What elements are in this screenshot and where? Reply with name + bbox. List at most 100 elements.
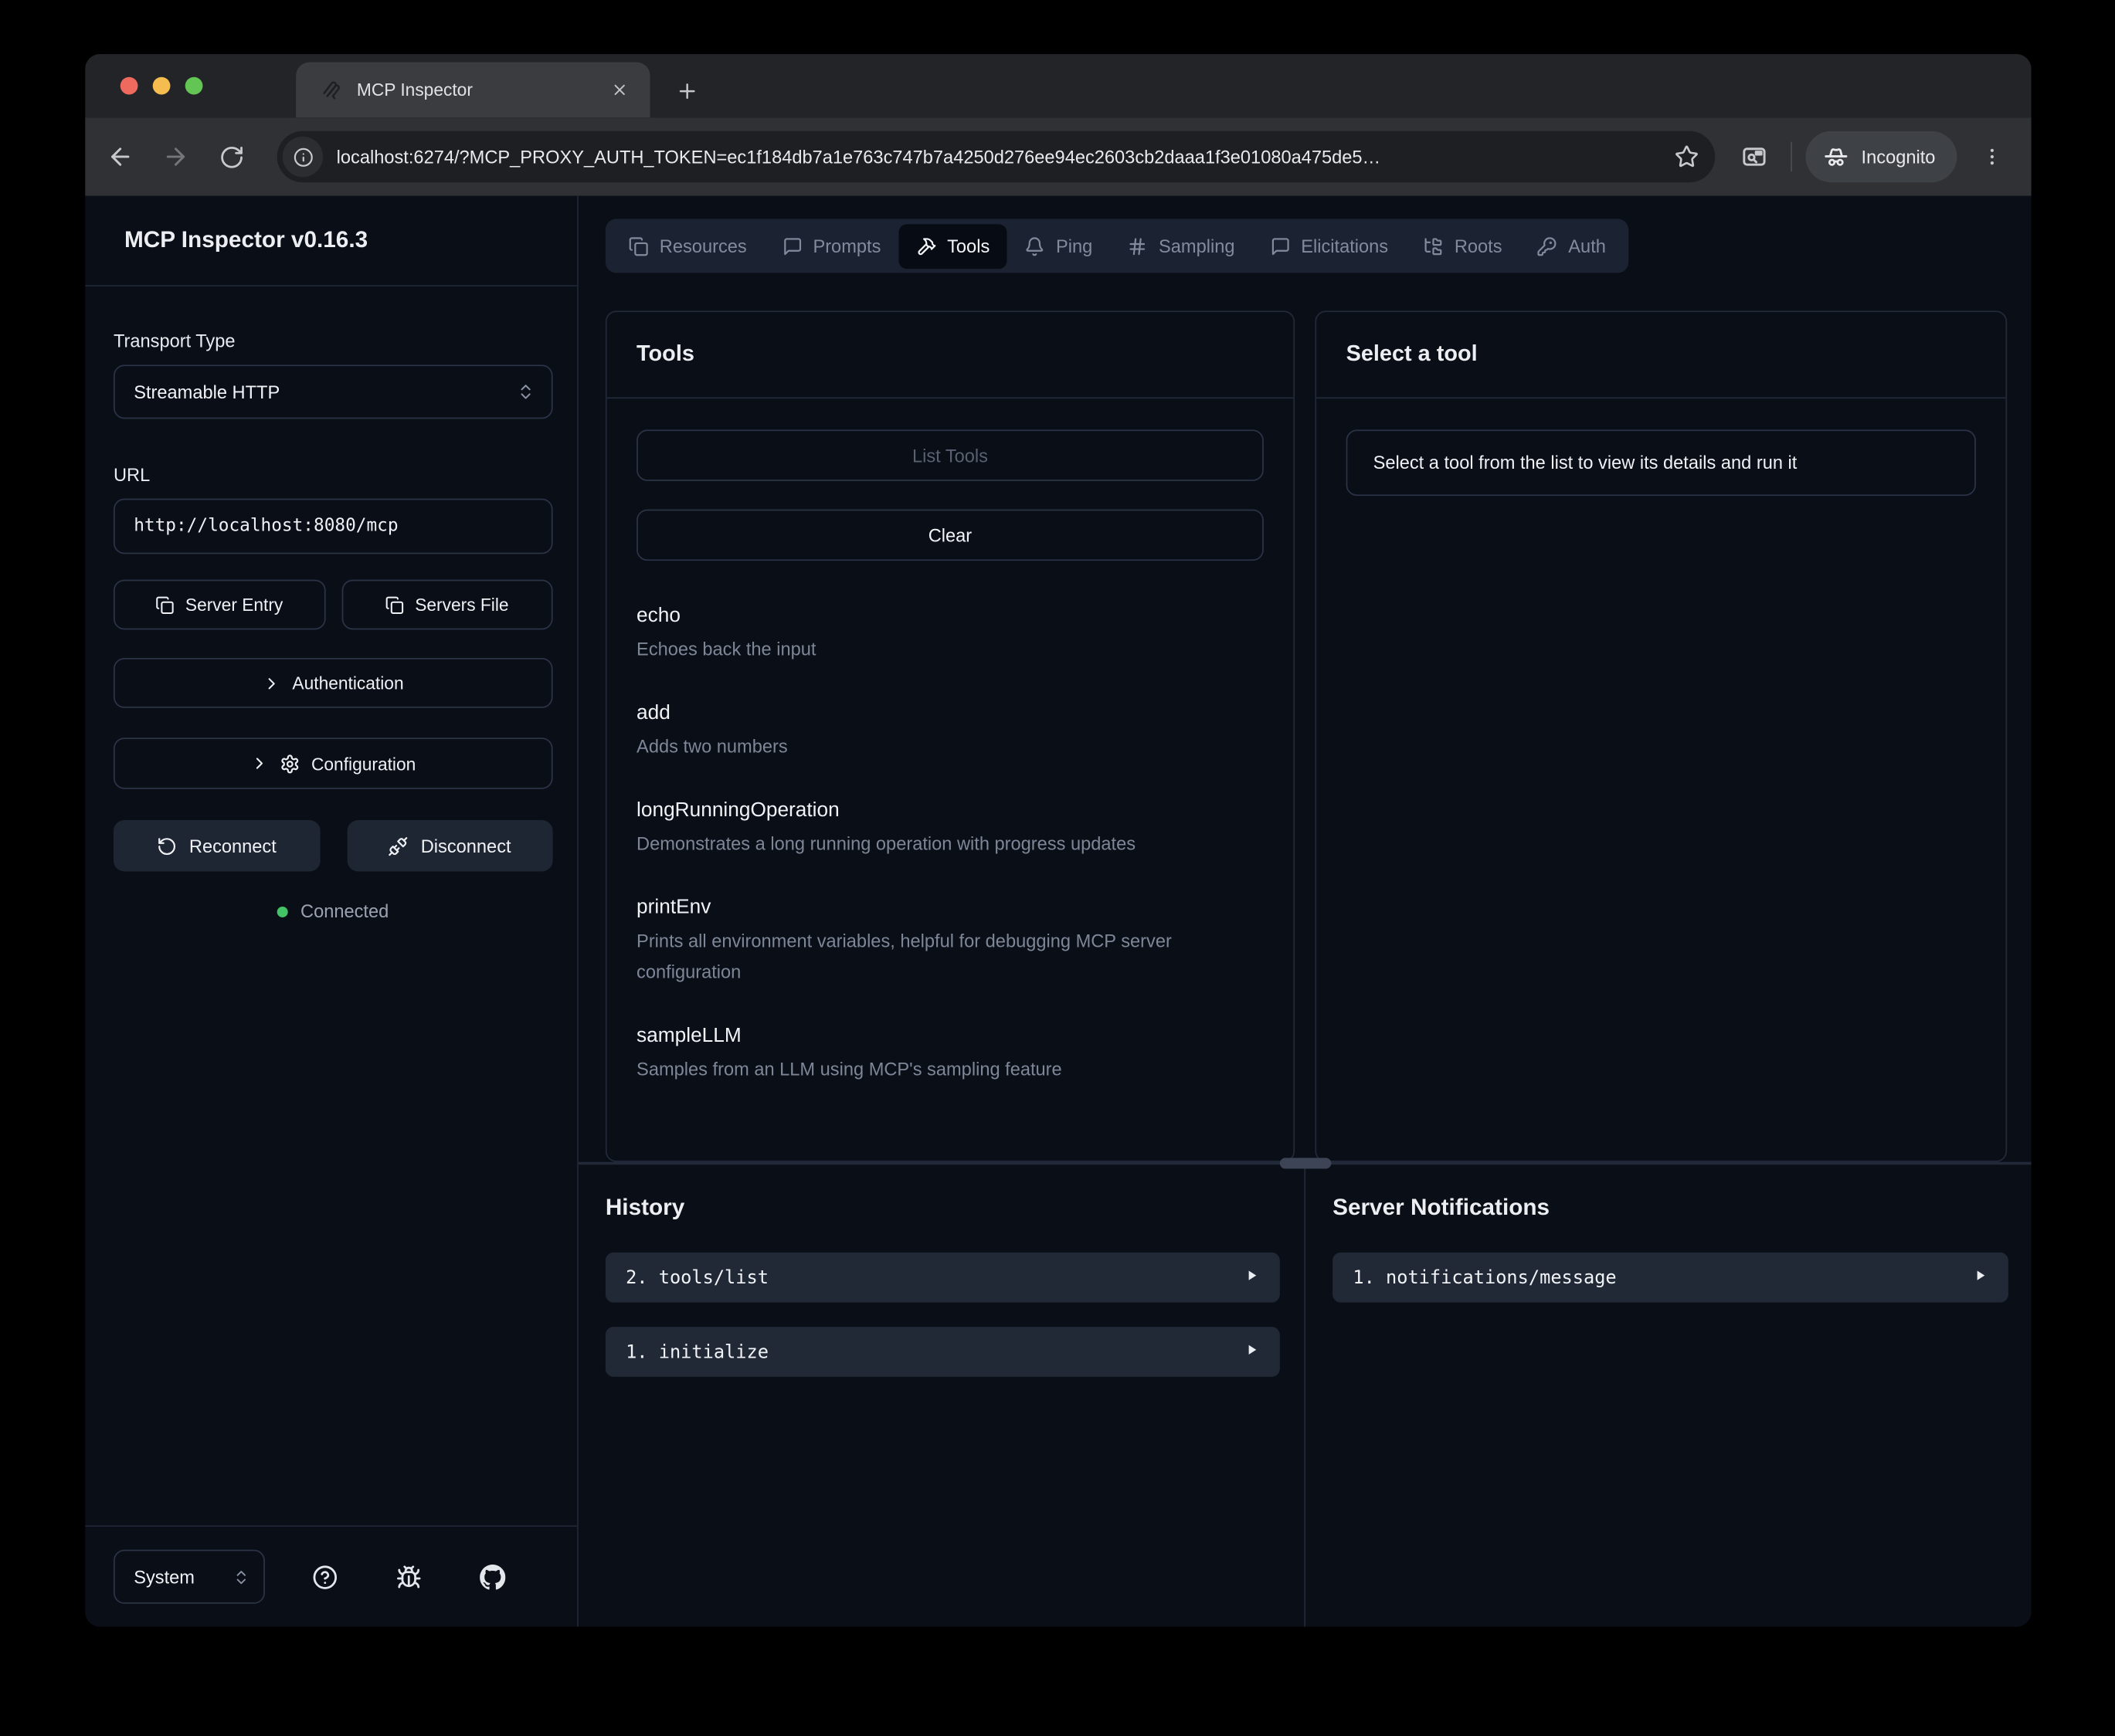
browser-toolbar: localhost:6274/?MCP_PROXY_AUTH_TOKEN=ec1… xyxy=(85,117,2031,195)
disconnect-button[interactable]: Disconnect xyxy=(347,820,553,871)
tab-elicitations[interactable]: Elicitations xyxy=(1252,224,1406,269)
close-tab-icon[interactable] xyxy=(604,75,633,104)
tab-ping[interactable]: Ping xyxy=(1007,224,1110,269)
authentication-expander[interactable]: Authentication xyxy=(114,658,553,708)
tool-description: Adds two numbers xyxy=(637,731,1264,762)
mcp-logo-icon xyxy=(321,78,344,101)
hammer-icon xyxy=(916,236,936,256)
authentication-label: Authentication xyxy=(292,673,403,693)
forward-icon[interactable] xyxy=(153,134,199,179)
tool-description: Samples from an LLM using MCP's sampling… xyxy=(637,1054,1264,1085)
servers-file-button[interactable]: Servers File xyxy=(341,580,553,630)
reconnect-button[interactable]: Reconnect xyxy=(114,820,320,871)
top-pane: Tools List Tools Clear echo Echoes back … xyxy=(606,310,2007,1161)
history-panel: History 2. tools/list 1. initialize xyxy=(579,1165,1305,1626)
server-url-input[interactable] xyxy=(114,499,553,554)
history-item[interactable]: 1. initialize xyxy=(606,1327,1280,1377)
bottom-pane: History 2. tools/list 1. initialize xyxy=(579,1165,2032,1626)
list-tools-button[interactable]: List Tools xyxy=(637,429,1264,480)
clear-tools-button[interactable]: Clear xyxy=(637,510,1264,561)
notification-item-label: 1. notifications/message xyxy=(1353,1266,1971,1288)
gear-icon xyxy=(280,753,300,773)
tool-name: longRunningOperation xyxy=(637,798,1264,822)
configuration-expander[interactable]: Configuration xyxy=(114,737,553,788)
tab-label: Sampling xyxy=(1159,236,1234,256)
incognito-label: Incognito xyxy=(1862,147,1936,167)
tab-auth[interactable]: Auth xyxy=(1519,224,1623,269)
select-tool-panel: Select a tool Select a tool from the lis… xyxy=(1315,310,2007,1161)
list-item[interactable]: echo Echoes back the input xyxy=(637,604,1264,665)
entry-buttons-row: Server Entry Servers File xyxy=(114,580,553,630)
incognito-badge: Incognito xyxy=(1806,131,1957,182)
url-text[interactable]: localhost:6274/?MCP_PROXY_AUTH_TOKEN=ec1… xyxy=(337,147,1664,167)
chevrons-up-down-icon xyxy=(233,1568,250,1585)
tool-list: echo Echoes back the input add Adds two … xyxy=(637,604,1264,1085)
app-title: MCP Inspector v0.16.3 xyxy=(85,196,577,287)
tool-description: Echoes back the input xyxy=(637,634,1264,665)
zoom-window-button[interactable] xyxy=(185,77,203,95)
github-icon[interactable] xyxy=(479,1564,504,1589)
theme-value: System xyxy=(134,1567,233,1587)
tool-name: add xyxy=(637,701,1264,724)
new-tab-button[interactable] xyxy=(664,67,709,113)
search-panel-icon[interactable] xyxy=(1732,134,1777,179)
history-item-label: 2. tools/list xyxy=(626,1266,1244,1288)
footer-icons xyxy=(265,1564,553,1589)
tab-label: Resources xyxy=(660,236,747,256)
server-entry-button[interactable]: Server Entry xyxy=(114,580,325,630)
main-content: Resources Prompts Tools Ping xyxy=(579,196,2032,1627)
list-item[interactable]: add Adds two numbers xyxy=(637,701,1264,762)
tools-panel-body: List Tools Clear echo Echoes back the in… xyxy=(607,398,1294,1161)
server-notifications-panel: Server Notifications 1. notifications/me… xyxy=(1305,1165,2032,1626)
sidebar-body: Transport Type Streamable HTTP URL xyxy=(85,287,577,1525)
pane-splitter[interactable] xyxy=(579,1162,2032,1165)
copy-icon xyxy=(155,595,174,614)
key-icon xyxy=(1537,236,1557,256)
tools-panel-title: Tools xyxy=(607,312,1294,398)
list-item[interactable]: sampleLLM Samples from an LLM using MCP'… xyxy=(637,1024,1264,1085)
disconnect-label: Disconnect xyxy=(421,836,511,856)
notification-item[interactable]: 1. notifications/message xyxy=(1332,1253,2008,1303)
connection-buttons-row: Reconnect Disconnect xyxy=(114,820,553,871)
list-item[interactable]: printEnv Prints all environment variable… xyxy=(637,896,1264,988)
minimize-window-button[interactable] xyxy=(153,77,171,95)
help-circle-icon[interactable] xyxy=(313,1564,338,1589)
nav-tabs: Resources Prompts Tools Ping xyxy=(606,219,1629,273)
unplug-icon xyxy=(389,836,409,856)
history-item[interactable]: 2. tools/list xyxy=(606,1253,1280,1303)
tab-prompts[interactable]: Prompts xyxy=(764,224,898,269)
star-icon[interactable] xyxy=(1675,144,1699,168)
info-icon[interactable] xyxy=(283,137,323,177)
play-icon[interactable] xyxy=(1244,1341,1260,1362)
message-square-icon xyxy=(1270,236,1290,256)
tool-name: printEnv xyxy=(637,896,1264,919)
browser-tabstrip: MCP Inspector xyxy=(85,54,2031,117)
splitter-handle[interactable] xyxy=(1279,1158,1330,1168)
tab-sampling[interactable]: Sampling xyxy=(1110,224,1252,269)
tab-roots[interactable]: Roots xyxy=(1406,224,1519,269)
toolbar-divider xyxy=(1791,142,1793,171)
incognito-icon xyxy=(1824,144,1849,169)
connection-status: Connected xyxy=(114,901,553,921)
chevron-right-icon xyxy=(263,673,281,692)
bug-icon[interactable] xyxy=(396,1564,422,1589)
tab-resources[interactable]: Resources xyxy=(611,224,765,269)
close-window-button[interactable] xyxy=(121,77,138,95)
status-text: Connected xyxy=(300,901,389,921)
list-item[interactable]: longRunningOperation Demonstrates a long… xyxy=(637,798,1264,860)
theme-select[interactable]: System xyxy=(114,1550,265,1604)
server-entry-label: Server Entry xyxy=(185,595,283,615)
browser-tab[interactable]: MCP Inspector xyxy=(296,62,650,117)
reload-icon[interactable] xyxy=(208,134,253,179)
menu-dots-icon[interactable] xyxy=(1969,134,2015,179)
server-notifications-title: Server Notifications xyxy=(1332,1195,2008,1222)
transport-type-select[interactable]: Streamable HTTP xyxy=(114,364,553,419)
browser-window: MCP Inspector xyxy=(85,54,2031,1627)
sidebar: MCP Inspector v0.16.3 Transport Type Str… xyxy=(85,196,579,1627)
play-icon[interactable] xyxy=(1972,1266,1988,1288)
play-icon[interactable] xyxy=(1244,1266,1260,1288)
tab-tools[interactable]: Tools xyxy=(898,224,1007,269)
notifications-list: 1. notifications/message xyxy=(1332,1253,2008,1303)
url-bar[interactable]: localhost:6274/?MCP_PROXY_AUTH_TOKEN=ec1… xyxy=(277,131,1716,182)
back-icon[interactable] xyxy=(97,134,143,179)
